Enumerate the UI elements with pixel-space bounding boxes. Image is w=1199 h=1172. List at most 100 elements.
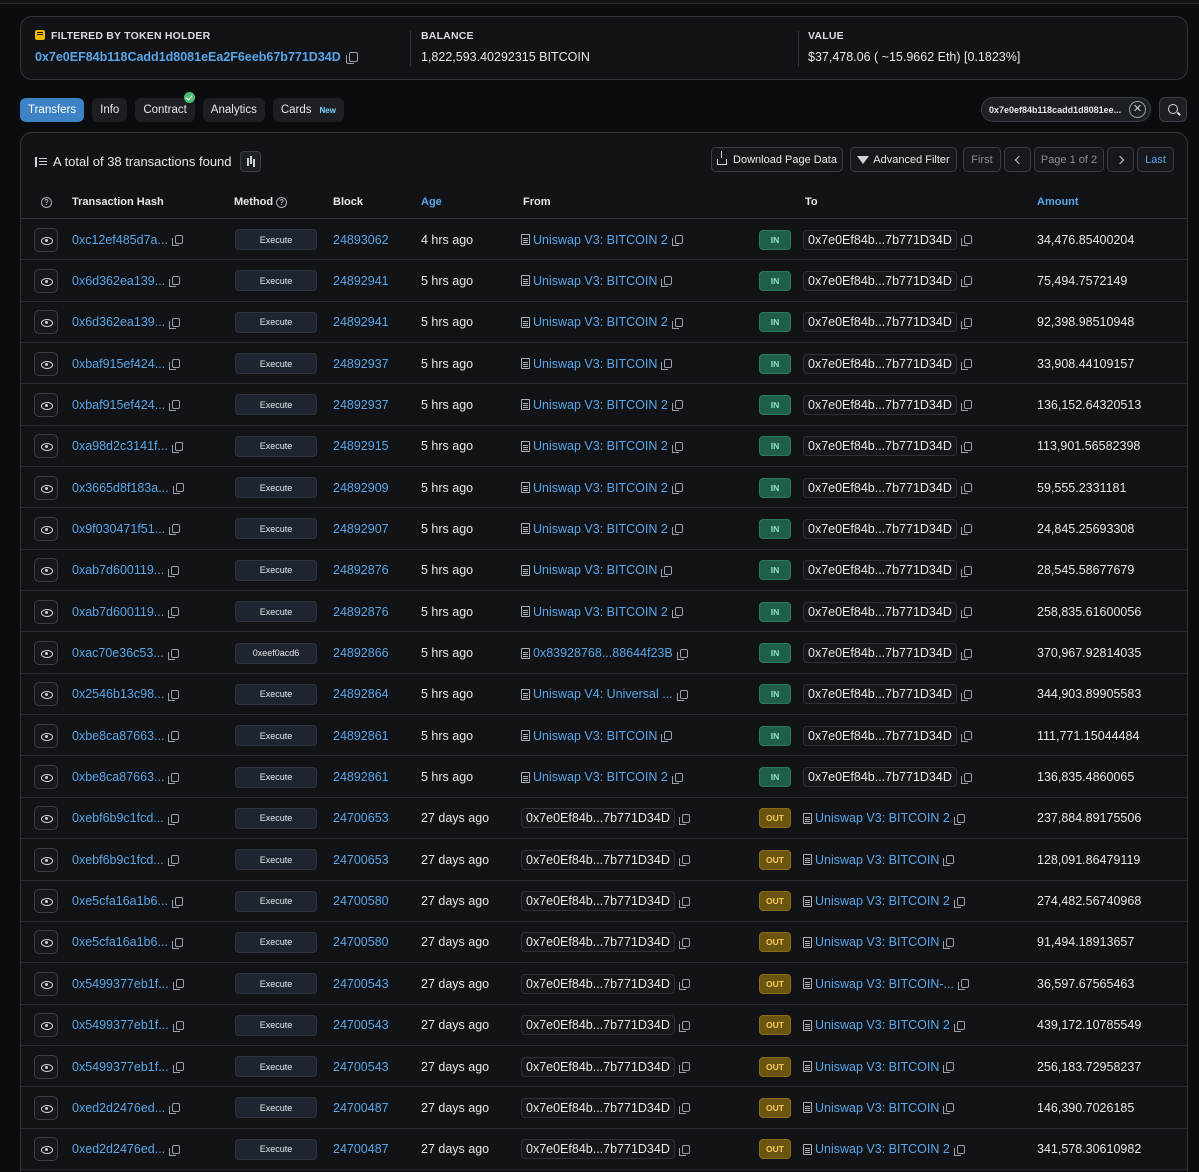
last-page-button[interactable]: Last <box>1137 147 1174 172</box>
eye-icon[interactable] <box>34 889 58 914</box>
to-address[interactable]: 0x7e0Ef84b...7b771D34D <box>803 477 957 498</box>
copy-icon[interactable] <box>171 235 183 246</box>
eye-icon[interactable] <box>34 516 58 541</box>
from-address[interactable]: Uniswap V3: BITCOIN <box>533 274 657 288</box>
copy-icon[interactable] <box>169 359 181 371</box>
copy-icon[interactable] <box>168 772 180 784</box>
copy-icon[interactable] <box>960 441 972 453</box>
to-address[interactable]: 0x7e0Ef84b...7b771D34D <box>803 229 957 250</box>
eye-icon[interactable] <box>34 599 58 624</box>
from-address[interactable]: 0x7e0Ef84b...7b771D34D <box>521 1097 675 1118</box>
copy-icon[interactable] <box>345 52 358 64</box>
copy-icon[interactable] <box>661 359 673 371</box>
copy-icon[interactable] <box>943 1103 955 1115</box>
tx-hash[interactable]: 0x5499377eb1f... <box>72 1060 169 1074</box>
copy-icon[interactable] <box>171 896 183 908</box>
copy-icon[interactable] <box>943 937 955 949</box>
eye-icon[interactable] <box>34 392 58 417</box>
copy-icon[interactable] <box>960 689 972 701</box>
first-page-button[interactable]: First <box>963 147 1001 172</box>
tx-hash[interactable]: 0xed2d2476ed... <box>72 1142 165 1156</box>
copy-icon[interactable] <box>953 1144 965 1156</box>
block-number[interactable]: 24700580 <box>333 894 389 908</box>
copy-icon[interactable] <box>171 937 183 949</box>
from-address[interactable]: Uniswap V3: BITCOIN <box>533 563 657 577</box>
to-address[interactable]: Uniswap V3: BITCOIN <box>815 1101 939 1115</box>
tx-hash[interactable]: 0xbaf915ef424... <box>72 357 165 371</box>
tx-hash[interactable]: 0x5499377eb1f... <box>72 977 169 991</box>
copy-icon[interactable] <box>172 1062 184 1073</box>
to-address[interactable]: Uniswap V3: BITCOIN 2 <box>815 894 950 908</box>
copy-icon[interactable] <box>676 689 688 701</box>
copy-icon[interactable] <box>960 524 972 536</box>
from-address[interactable]: Uniswap V3: BITCOIN <box>533 729 657 743</box>
from-address[interactable]: Uniswap V3: BITCOIN 2 <box>533 522 668 536</box>
sort-icon[interactable] <box>35 156 47 167</box>
copy-icon[interactable] <box>171 441 183 453</box>
from-address[interactable]: 0x7e0Ef84b...7b771D34D <box>521 932 675 953</box>
to-address[interactable]: 0x7e0Ef84b...7b771D34D <box>803 601 957 622</box>
copy-icon[interactable] <box>169 400 181 412</box>
copy-icon[interactable] <box>960 648 972 660</box>
to-address[interactable]: 0x7e0Ef84b...7b771D34D <box>803 560 957 581</box>
eye-icon[interactable] <box>34 268 58 293</box>
block-number[interactable]: 24892915 <box>333 439 389 453</box>
tx-hash[interactable]: 0xe5cfa16a1b6... <box>72 935 168 949</box>
from-address[interactable]: 0x7e0Ef84b...7b771D34D <box>521 891 675 912</box>
tx-hash[interactable]: 0xbe8ca87663... <box>72 729 164 743</box>
tx-hash[interactable]: 0xc12ef485d7a... <box>72 233 168 247</box>
tx-hash[interactable]: 0xed2d2476ed... <box>72 1101 165 1115</box>
copy-icon[interactable] <box>960 317 972 329</box>
from-address[interactable]: Uniswap V3: BITCOIN 2 <box>533 605 668 619</box>
copy-icon[interactable] <box>671 772 683 784</box>
copy-icon[interactable] <box>676 648 688 660</box>
copy-icon[interactable] <box>169 524 181 536</box>
block-number[interactable]: 24700487 <box>333 1101 389 1115</box>
copy-icon[interactable] <box>671 524 683 536</box>
copy-icon[interactable] <box>661 731 673 743</box>
copy-icon[interactable] <box>671 607 683 619</box>
copy-icon[interactable] <box>661 565 673 577</box>
from-address[interactable]: 0x7e0Ef84b...7b771D34D <box>521 849 675 870</box>
advanced-filter-button[interactable]: Advanced Filter <box>850 147 957 172</box>
block-number[interactable]: 24892866 <box>333 646 389 660</box>
eye-icon[interactable] <box>34 1137 58 1162</box>
eye-icon[interactable] <box>34 723 58 748</box>
eye-icon[interactable] <box>34 682 58 707</box>
copy-icon[interactable] <box>172 979 184 991</box>
tx-hash[interactable]: 0xa98d2c3141f... <box>72 439 168 453</box>
tx-hash[interactable]: 0x3665d8f183a... <box>72 481 169 495</box>
copy-icon[interactable] <box>960 731 972 743</box>
block-number[interactable]: 24700543 <box>333 1018 389 1032</box>
copy-icon[interactable] <box>168 689 180 701</box>
tx-hash[interactable]: 0x2546b13c98... <box>72 687 164 701</box>
copy-icon[interactable] <box>960 607 972 619</box>
eye-icon[interactable] <box>34 930 58 955</box>
block-number[interactable]: 24892937 <box>333 357 389 371</box>
to-address[interactable]: 0x7e0Ef84b...7b771D34D <box>803 394 957 415</box>
from-address[interactable]: 0x83928768...88644f23B <box>533 646 673 660</box>
copy-icon[interactable] <box>960 565 972 577</box>
eye-icon[interactable] <box>34 641 58 665</box>
eye-icon[interactable] <box>34 806 58 831</box>
copy-icon[interactable] <box>960 483 972 495</box>
copy-icon[interactable] <box>960 235 972 246</box>
block-number[interactable]: 24892864 <box>333 687 389 701</box>
tab-transfers[interactable]: Transfers <box>20 98 85 122</box>
copy-icon[interactable] <box>671 483 683 495</box>
copy-icon[interactable] <box>678 896 690 908</box>
copy-icon[interactable] <box>167 648 179 660</box>
copy-icon[interactable] <box>661 276 673 288</box>
to-address[interactable]: 0x7e0Ef84b...7b771D34D <box>803 767 957 788</box>
tx-hash[interactable]: 0x5499377eb1f... <box>72 1018 169 1032</box>
tab-analytics[interactable]: Analytics <box>202 98 265 122</box>
to-address[interactable]: Uniswap V3: BITCOIN 2 <box>815 1142 950 1156</box>
block-number[interactable]: 24892861 <box>333 729 389 743</box>
prev-page-button[interactable] <box>1004 147 1031 172</box>
block-number[interactable]: 24892941 <box>333 274 389 288</box>
search-button[interactable] <box>1159 97 1187 122</box>
copy-icon[interactable] <box>168 607 180 619</box>
eye-icon[interactable] <box>34 227 58 252</box>
copy-icon[interactable] <box>953 1020 965 1032</box>
copy-icon[interactable] <box>678 1020 690 1032</box>
